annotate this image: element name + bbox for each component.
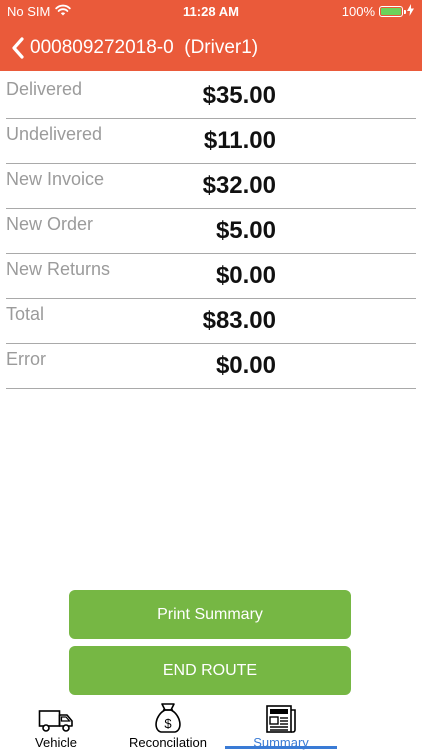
summary-row-undelivered: Undelivered $11.00 (6, 119, 416, 164)
row-value: $11.00 (203, 127, 276, 154)
navigation-bar: 000809272018-0 (Driver1) (0, 30, 422, 66)
summary-row-new-order: New Order $5.00 (6, 209, 416, 254)
app-header: No SIM 11:28 AM 100% 000809272018-0 (Dri… (0, 0, 422, 71)
truck-icon (38, 702, 74, 734)
tab-vehicle[interactable]: Vehicle (22, 702, 90, 750)
row-label: Delivered (6, 79, 83, 99)
row-value: $0.00 (215, 352, 276, 379)
money-bag-icon: $ (151, 702, 185, 734)
summary-row-error: Error $0.00 (6, 344, 416, 389)
tab-bar: Vehicle $ Reconcilation Summary (0, 702, 422, 750)
summary-row-new-invoice: New Invoice $32.00 (6, 164, 416, 209)
row-label: New Order (6, 214, 94, 234)
row-value: $0.00 (215, 262, 276, 289)
row-label: New Invoice (6, 169, 105, 189)
row-value: $5.00 (215, 217, 276, 244)
summary-row-delivered: Delivered $35.00 (6, 74, 416, 119)
page-title: 000809272018-0 (Driver1) (30, 37, 259, 58)
newspaper-icon (265, 702, 297, 734)
tab-summary[interactable]: Summary (225, 702, 337, 750)
summary-row-new-returns: New Returns $0.00 (6, 254, 416, 299)
print-summary-button[interactable]: Print Summary (69, 590, 351, 639)
battery-status: 100% (342, 4, 414, 19)
row-label: New Returns (6, 259, 111, 279)
back-button[interactable] (8, 33, 28, 63)
row-value: $35.00 (202, 82, 276, 109)
row-label: Total (6, 304, 45, 324)
row-label: Error (6, 349, 46, 369)
active-tab-indicator (225, 746, 337, 749)
tab-reconciliation[interactable]: $ Reconcilation (112, 702, 224, 750)
end-route-button[interactable]: END ROUTE (69, 646, 351, 695)
battery-percent: 100% (341, 4, 375, 19)
row-value: $32.00 (202, 172, 276, 199)
row-label: Undelivered (6, 124, 103, 144)
charging-bolt-icon (407, 4, 414, 19)
battery-icon (379, 6, 406, 17)
svg-text:$: $ (164, 716, 172, 731)
status-bar: No SIM 11:28 AM 100% (0, 0, 422, 24)
summary-row-total: Total $83.00 (6, 299, 416, 344)
row-value: $83.00 (202, 307, 276, 334)
tab-label: Reconcilation (128, 735, 208, 750)
chevron-left-icon (12, 37, 24, 59)
battery-level (381, 8, 401, 15)
summary-list: Delivered $35.00 Undelivered $11.00 New … (6, 74, 416, 389)
tab-label: Vehicle (35, 735, 77, 750)
